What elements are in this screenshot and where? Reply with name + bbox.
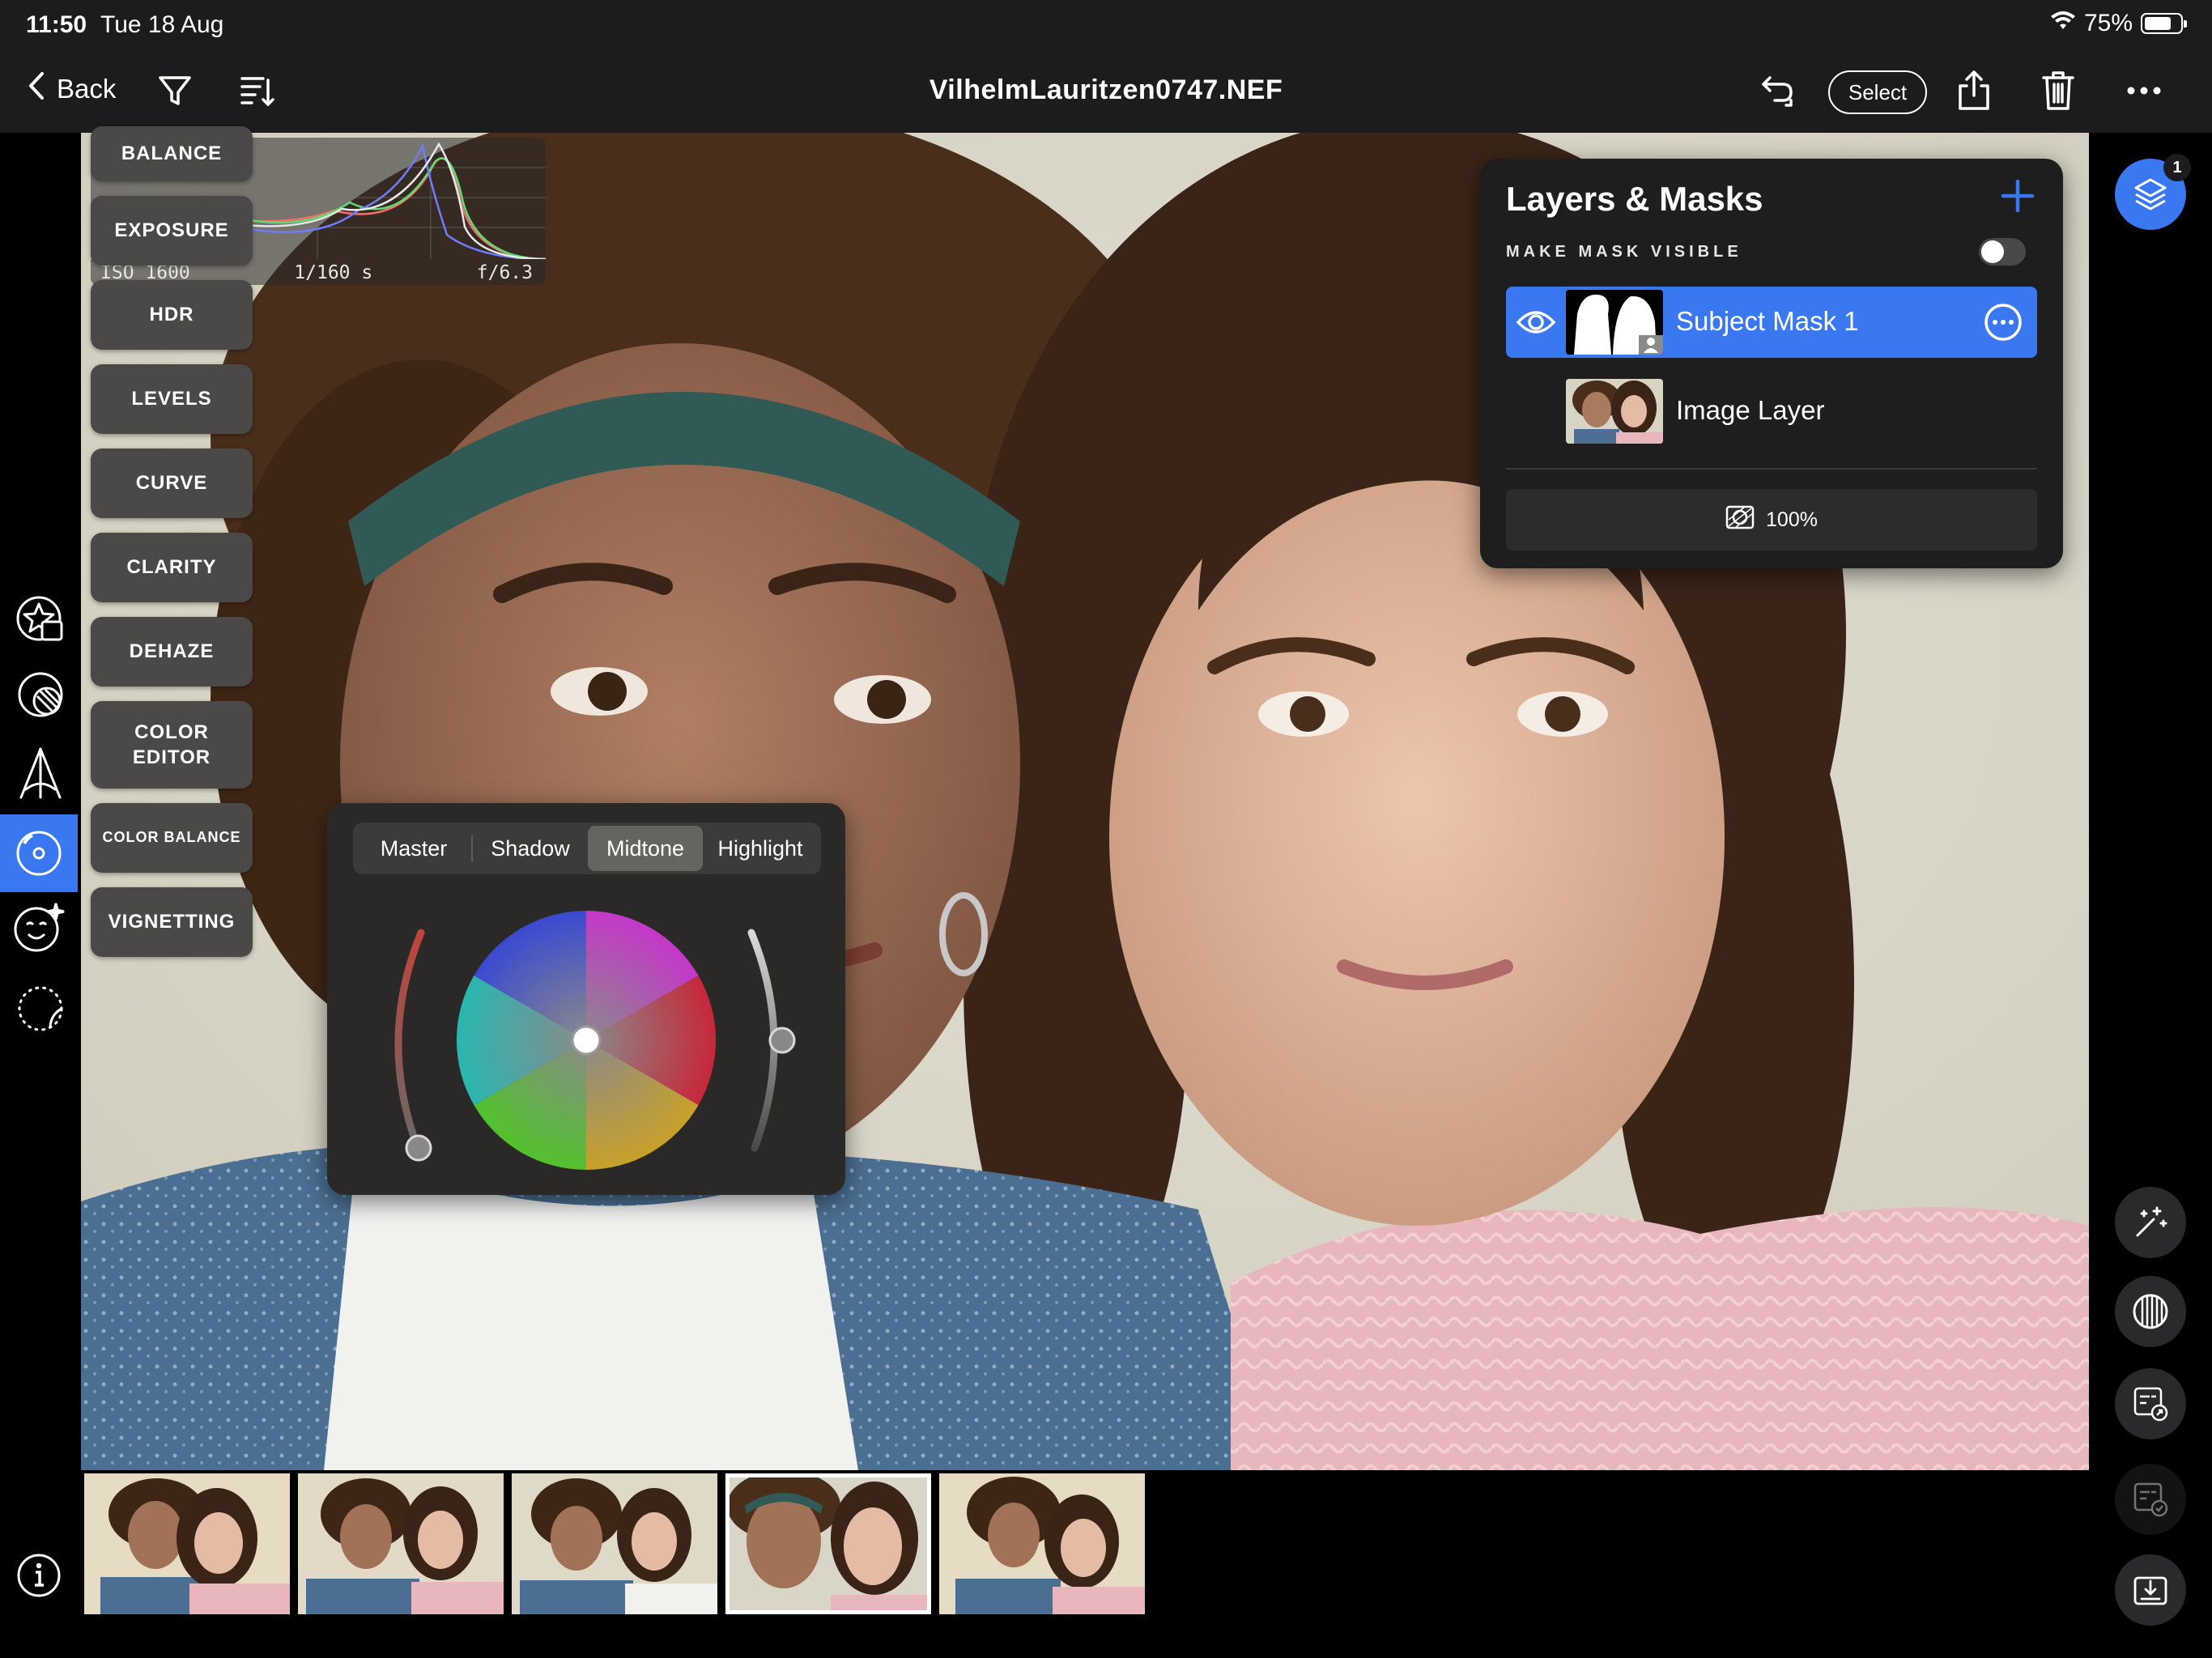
layers-masks-panel: Layers & Masks MAKE MASK VISIBLE Subject…: [1480, 159, 2063, 568]
layer-row-subject-mask[interactable]: Subject Mask 1: [1506, 287, 2037, 358]
mask-thumbnail: [1566, 290, 1663, 355]
perspective-icon[interactable]: [8, 742, 73, 806]
status-right: 75%: [2050, 10, 2187, 37]
filmstrip-thumbnail[interactable]: [298, 1473, 504, 1614]
undo-icon[interactable]: [1757, 70, 1799, 112]
shutter-value: 1/160 s: [294, 262, 373, 283]
face-sparkle-icon[interactable]: [8, 894, 73, 959]
layer-options-icon[interactable]: [1984, 303, 2023, 346]
export-icon[interactable]: [2115, 1554, 2186, 1626]
share-icon[interactable]: [1953, 70, 1995, 112]
tab-midtone[interactable]: Midtone: [588, 826, 703, 871]
magic-wand-icon[interactable]: [2115, 1187, 2186, 1258]
info-icon[interactable]: [16, 1553, 62, 1598]
wheel-handle[interactable]: [571, 1025, 602, 1056]
saturation-handle[interactable]: [405, 1134, 432, 1162]
trash-icon[interactable]: [2037, 70, 2079, 112]
luminance-handle[interactable]: [768, 1027, 796, 1054]
opacity-value: 100%: [1766, 508, 1818, 531]
filmstrip-thumbnail[interactable]: [84, 1473, 290, 1614]
adjust-clarity-button[interactable]: CLARITY: [91, 533, 253, 602]
preset-apply-icon[interactable]: [2115, 1464, 2186, 1535]
preset-export-icon[interactable]: [2115, 1368, 2186, 1439]
filmstrip-thumbnail[interactable]: [512, 1473, 717, 1614]
adjust-levels-button[interactable]: LEVELS: [91, 364, 253, 434]
add-layer-plus-icon[interactable]: [1997, 175, 2039, 217]
wifi-icon: [2050, 10, 2076, 37]
status-date: Tue 18 Aug: [100, 11, 224, 38]
luminance-slider[interactable]: [747, 929, 778, 1152]
more-icon[interactable]: [2123, 70, 2165, 112]
eye-icon[interactable]: [1516, 306, 1556, 342]
adjust-dehaze-button[interactable]: DEHAZE: [91, 617, 253, 687]
layer-name: Subject Mask 1: [1676, 306, 1859, 336]
grain-icon[interactable]: [2115, 1276, 2186, 1347]
star-stack-icon[interactable]: [8, 586, 73, 651]
battery-percent: 75%: [2083, 10, 2133, 36]
adjust-curve-button[interactable]: CURVE: [91, 449, 253, 518]
color-wheel[interactable]: [456, 911, 717, 1170]
color-balance-panel: Master Shadow Midtone Highlight: [327, 803, 845, 1195]
layer-opacity-control[interactable]: 100%: [1506, 489, 2037, 551]
top-nav: Back VilhelmLauritzen0747.NEF Select: [0, 50, 2212, 133]
adjust-balance-button[interactable]: BALANCE: [91, 126, 253, 181]
image-layer-thumbnail: [1566, 379, 1663, 444]
tab-shadow[interactable]: Shadow: [473, 826, 588, 871]
adjust-color-balance-button[interactable]: COLOR BALANCE: [91, 803, 253, 873]
dotted-circle-icon[interactable]: [8, 976, 73, 1041]
battery-icon: [2141, 13, 2187, 34]
status-bar: 11:50 Tue 18 Aug 75%: [0, 0, 2212, 50]
tone-segmented-control: Master Shadow Midtone Highlight: [353, 823, 821, 874]
color-balance-icon[interactable]: [0, 814, 78, 892]
mask-visible-label: MAKE MASK VISIBLE: [1506, 243, 1742, 261]
layer-name: Image Layer: [1676, 395, 1825, 425]
select-button[interactable]: Select: [1828, 70, 1927, 114]
tab-highlight[interactable]: Highlight: [703, 826, 818, 871]
opacity-icon: [1725, 505, 1755, 535]
adjust-exposure-button[interactable]: EXPOSURE: [91, 196, 253, 266]
layers-count-badge: 1: [2163, 154, 2191, 181]
mask-visible-toggle[interactable]: [1979, 238, 2026, 266]
filmstrip-thumbnail[interactable]: [939, 1473, 1145, 1614]
layer-row-image[interactable]: Image Layer: [1506, 376, 2037, 447]
adjust-hdr-button[interactable]: HDR: [91, 280, 253, 350]
layers-divider: [1506, 468, 2037, 470]
adjust-color-editor-button[interactable]: COLOR EDITOR: [91, 701, 253, 789]
sphere-icon[interactable]: [8, 662, 73, 727]
status-time: 11:50: [26, 11, 87, 38]
aperture-value: f/6.3: [476, 262, 533, 283]
filmstrip-thumbnail-current[interactable]: [725, 1473, 931, 1614]
saturation-slider[interactable]: [394, 929, 425, 1152]
tab-master[interactable]: Master: [356, 826, 471, 871]
layers-panel-title: Layers & Masks: [1506, 180, 1763, 218]
adjust-vignetting-button[interactable]: VIGNETTING: [91, 887, 253, 957]
